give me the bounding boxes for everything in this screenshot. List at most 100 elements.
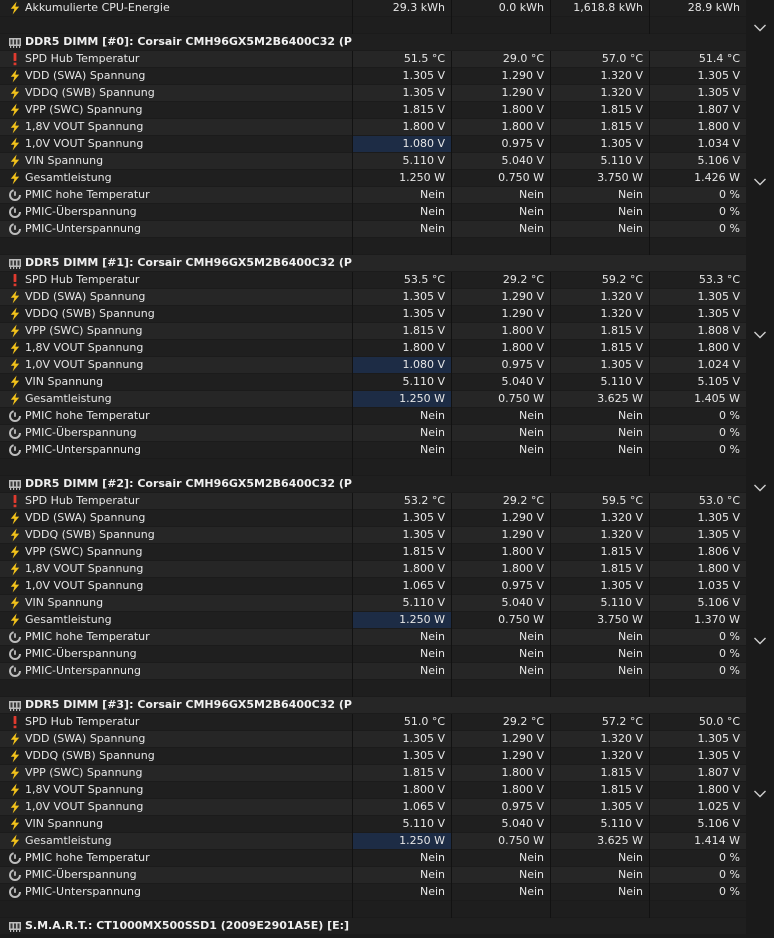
sensor-row[interactable]: VDD (SWA) Spannung 1.305 V 1.290 V 1.320 V 1… [0, 68, 746, 85]
sensor-row[interactable]: VDDQ (SWB) Spannung 1.305 V 1.290 V 1.320 V… [0, 85, 746, 102]
sensor-row[interactable]: VIN Spannung 5.110 V 5.040 V 5.110 V 5.105 V [0, 374, 746, 391]
group-header-row[interactable]: DDR5 DIMM [#1]: Corsair CMH96GX5M2B6400C… [0, 255, 746, 272]
group-title: DDR5 DIMM [#2]: Corsair CMH96GX5M2B6400C… [25, 477, 352, 490]
max-value: 1.815 V [600, 783, 643, 796]
scrollbar[interactable] [746, 0, 774, 938]
sensor-row[interactable]: Gesamtleistung 1.250 W 0.750 W 3.750 W 1.426… [0, 170, 746, 187]
sensor-row[interactable]: VDD (SWA) Spannung 1.305 V 1.290 V 1.320 V 1… [0, 731, 746, 748]
column-separator [649, 17, 650, 34]
group-header-row[interactable]: DDR5 DIMM [#3]: Corsair CMH96GX5M2B6400C… [0, 697, 746, 714]
sensor-row[interactable]: VPP (SWC) Spannung 1.815 V 1.800 V 1.815 V 1… [0, 102, 746, 119]
sensor-row[interactable]: 1,8V VOUT Spannung 1.800 V 1.800 V 1.815 V 1… [0, 561, 746, 578]
current-value: 1.815 V [402, 324, 445, 337]
sensor-label: VIN Spannung [25, 154, 104, 167]
min-value: 5.040 V [501, 817, 544, 830]
max-value: Nein [617, 647, 643, 660]
sensor-row[interactable]: Gesamtleistung 1.250 W 0.750 W 3.625 W 1.414… [0, 833, 746, 850]
sensor-row[interactable]: SPD Hub Temperatur 53.2 °C 29.2 °C 59.5 °C 5… [0, 493, 746, 510]
current-value: 53.5 °C [403, 273, 445, 286]
current-value: 1.305 V [402, 69, 445, 82]
avg-value: 51.4 °C [698, 52, 740, 65]
max-value: 57.2 °C [601, 715, 643, 728]
group-header-row[interactable]: S.M.A.R.T.: CT1000MX500SSD1 (2009E2901A5… [0, 918, 746, 935]
sensor-label: 1,0V VOUT Spannung [25, 358, 144, 371]
sensor-row[interactable]: VPP (SWC) Spannung 1.815 V 1.800 V 1.815 V 1… [0, 323, 746, 340]
sensor-row[interactable]: PMIC-Unterspannung Nein Nein Nein 0 % [0, 663, 746, 680]
chevron-down-icon[interactable] [753, 789, 767, 799]
sensor-row[interactable]: PMIC-Überspannung Nein Nein Nein 0 % [0, 646, 746, 663]
sensor-row[interactable]: Akkumulierte CPU-Energie 29.3 kWh 0.0 kWh 1… [0, 0, 746, 17]
sensor-row[interactable]: SPD Hub Temperatur 51.5 °C 29.0 °C 57.0 °C 5… [0, 51, 746, 68]
sensor-row[interactable]: PMIC hohe Temperatur Nein Nein Nein 0 % [0, 629, 746, 646]
sensor-row[interactable]: VDDQ (SWB) Spannung 1.305 V 1.290 V 1.320 V… [0, 748, 746, 765]
sensor-row[interactable]: 1,0V VOUT Spannung 1.065 V 0.975 V 1.305 V 1… [0, 578, 746, 595]
min-value: Nein [518, 409, 544, 422]
current-value: 1.815 V [402, 545, 445, 558]
blank-row[interactable] [0, 459, 746, 476]
sensor-row[interactable]: PMIC hohe Temperatur Nein Nein Nein 0 % [0, 187, 746, 204]
max-value: Nein [617, 426, 643, 439]
avg-value: 1.035 V [697, 579, 740, 592]
sensor-row[interactable]: 1,0V VOUT Spannung 1.080 V 0.975 V 1.305 V 1… [0, 136, 746, 153]
sensor-row[interactable]: PMIC-Unterspannung Nein Nein Nein 0 % [0, 221, 746, 238]
sensor-row[interactable]: SPD Hub Temperatur 53.5 °C 29.2 °C 59.2 °C 5… [0, 272, 746, 289]
sensor-row[interactable]: VIN Spannung 5.110 V 5.040 V 5.110 V 5.106 V [0, 595, 746, 612]
avg-value: 0 % [719, 647, 740, 660]
sensor-row[interactable]: VIN Spannung 5.110 V 5.040 V 5.110 V 5.106 V [0, 153, 746, 170]
sensor-row[interactable]: VDD (SWA) Spannung 1.305 V 1.290 V 1.320 V 1… [0, 289, 746, 306]
sensor-label: VDDQ (SWB) Spannung [25, 86, 155, 99]
sensor-row[interactable]: SPD Hub Temperatur 51.0 °C 29.2 °C 57.2 °C 5… [0, 714, 746, 731]
chevron-down-icon[interactable] [753, 483, 767, 493]
sensor-row[interactable]: 1,8V VOUT Spannung 1.800 V 1.800 V 1.815 V 1… [0, 340, 746, 357]
max-value: 1.815 V [600, 545, 643, 558]
sensor-row[interactable]: PMIC-Überspannung Nein Nein Nein 0 % [0, 204, 746, 221]
sensor-row[interactable]: VPP (SWC) Spannung 1.815 V 1.800 V 1.815 V 1… [0, 544, 746, 561]
sensor-row[interactable]: PMIC-Überspannung Nein Nein Nein 0 % [0, 867, 746, 884]
sensor-row[interactable]: Gesamtleistung 1.250 W 0.750 W 3.625 W 1.405… [0, 391, 746, 408]
blank-row[interactable] [0, 17, 746, 34]
sensor-row[interactable]: VDD (SWA) Spannung 1.305 V 1.290 V 1.320 V 1… [0, 510, 746, 527]
sensor-row[interactable]: VDDQ (SWB) Spannung 1.305 V 1.290 V 1.320 V… [0, 306, 746, 323]
min-value: 0.0 kWh [498, 1, 544, 14]
sensor-label: VPP (SWC) Spannung [25, 545, 143, 558]
sensor-row[interactable]: PMIC-Unterspannung Nein Nein Nein 0 % [0, 442, 746, 459]
group-title: S.M.A.R.T.: CT1000MX500SSD1 (2009E2901A5… [25, 919, 350, 932]
avg-value: 1.806 V [697, 545, 740, 558]
sensor-label: 1,8V VOUT Spannung [25, 341, 144, 354]
sensor-label: SPD Hub Temperatur [25, 52, 140, 65]
min-value: Nein [518, 647, 544, 660]
sensor-row[interactable]: 1,8V VOUT Spannung 1.800 V 1.800 V 1.815 V 1… [0, 119, 746, 136]
blank-row[interactable] [0, 680, 746, 697]
current-value: 1.250 W [353, 612, 451, 628]
current-value: 1.065 V [402, 800, 445, 813]
sensor-row[interactable]: 1,8V VOUT Spannung 1.800 V 1.800 V 1.815 V 1… [0, 782, 746, 799]
current-value: 5.110 V [402, 375, 445, 388]
blank-row[interactable] [0, 238, 746, 255]
sensor-row[interactable]: PMIC-Unterspannung Nein Nein Nein 0 % [0, 884, 746, 901]
chevron-down-icon[interactable] [753, 177, 767, 187]
chevron-down-icon[interactable] [753, 330, 767, 340]
sensor-row[interactable]: VPP (SWC) Spannung 1.815 V 1.800 V 1.815 V 1… [0, 765, 746, 782]
chevron-down-icon[interactable] [753, 23, 767, 33]
sensor-label: VDDQ (SWB) Spannung [25, 528, 155, 541]
sensor-row[interactable]: Gesamtleistung 1.250 W 0.750 W 3.750 W 1.370… [0, 612, 746, 629]
min-value: 1.800 V [501, 103, 544, 116]
sensor-label: Akkumulierte CPU-Energie [25, 1, 170, 14]
sensor-row[interactable]: PMIC hohe Temperatur Nein Nein Nein 0 % [0, 850, 746, 867]
min-value: 5.040 V [501, 375, 544, 388]
sensor-row[interactable]: VIN Spannung 5.110 V 5.040 V 5.110 V 5.106 V [0, 816, 746, 833]
sensor-row[interactable]: VDDQ (SWB) Spannung 1.305 V 1.290 V 1.320 V… [0, 527, 746, 544]
blank-row[interactable] [0, 901, 746, 918]
max-value: Nein [617, 205, 643, 218]
sensor-row[interactable]: 1,0V VOUT Spannung 1.065 V 0.975 V 1.305 V 1… [0, 799, 746, 816]
sensor-row[interactable]: PMIC hohe Temperatur Nein Nein Nein 0 % [0, 408, 746, 425]
sensor-label: PMIC-Überspannung [25, 647, 137, 660]
group-header-row[interactable]: DDR5 DIMM [#0]: Corsair CMH96GX5M2B6400C… [0, 34, 746, 51]
group-header-row[interactable]: DDR5 DIMM [#2]: Corsair CMH96GX5M2B6400C… [0, 476, 746, 493]
sensor-row[interactable]: PMIC-Überspannung Nein Nein Nein 0 % [0, 425, 746, 442]
sensor-label: Gesamtleistung [25, 613, 112, 626]
sensor-row[interactable]: 1,0V VOUT Spannung 1.080 V 0.975 V 1.305 V 1… [0, 357, 746, 374]
current-value: 5.110 V [402, 817, 445, 830]
current-value: Nein [419, 664, 445, 677]
chevron-down-icon[interactable] [753, 636, 767, 646]
